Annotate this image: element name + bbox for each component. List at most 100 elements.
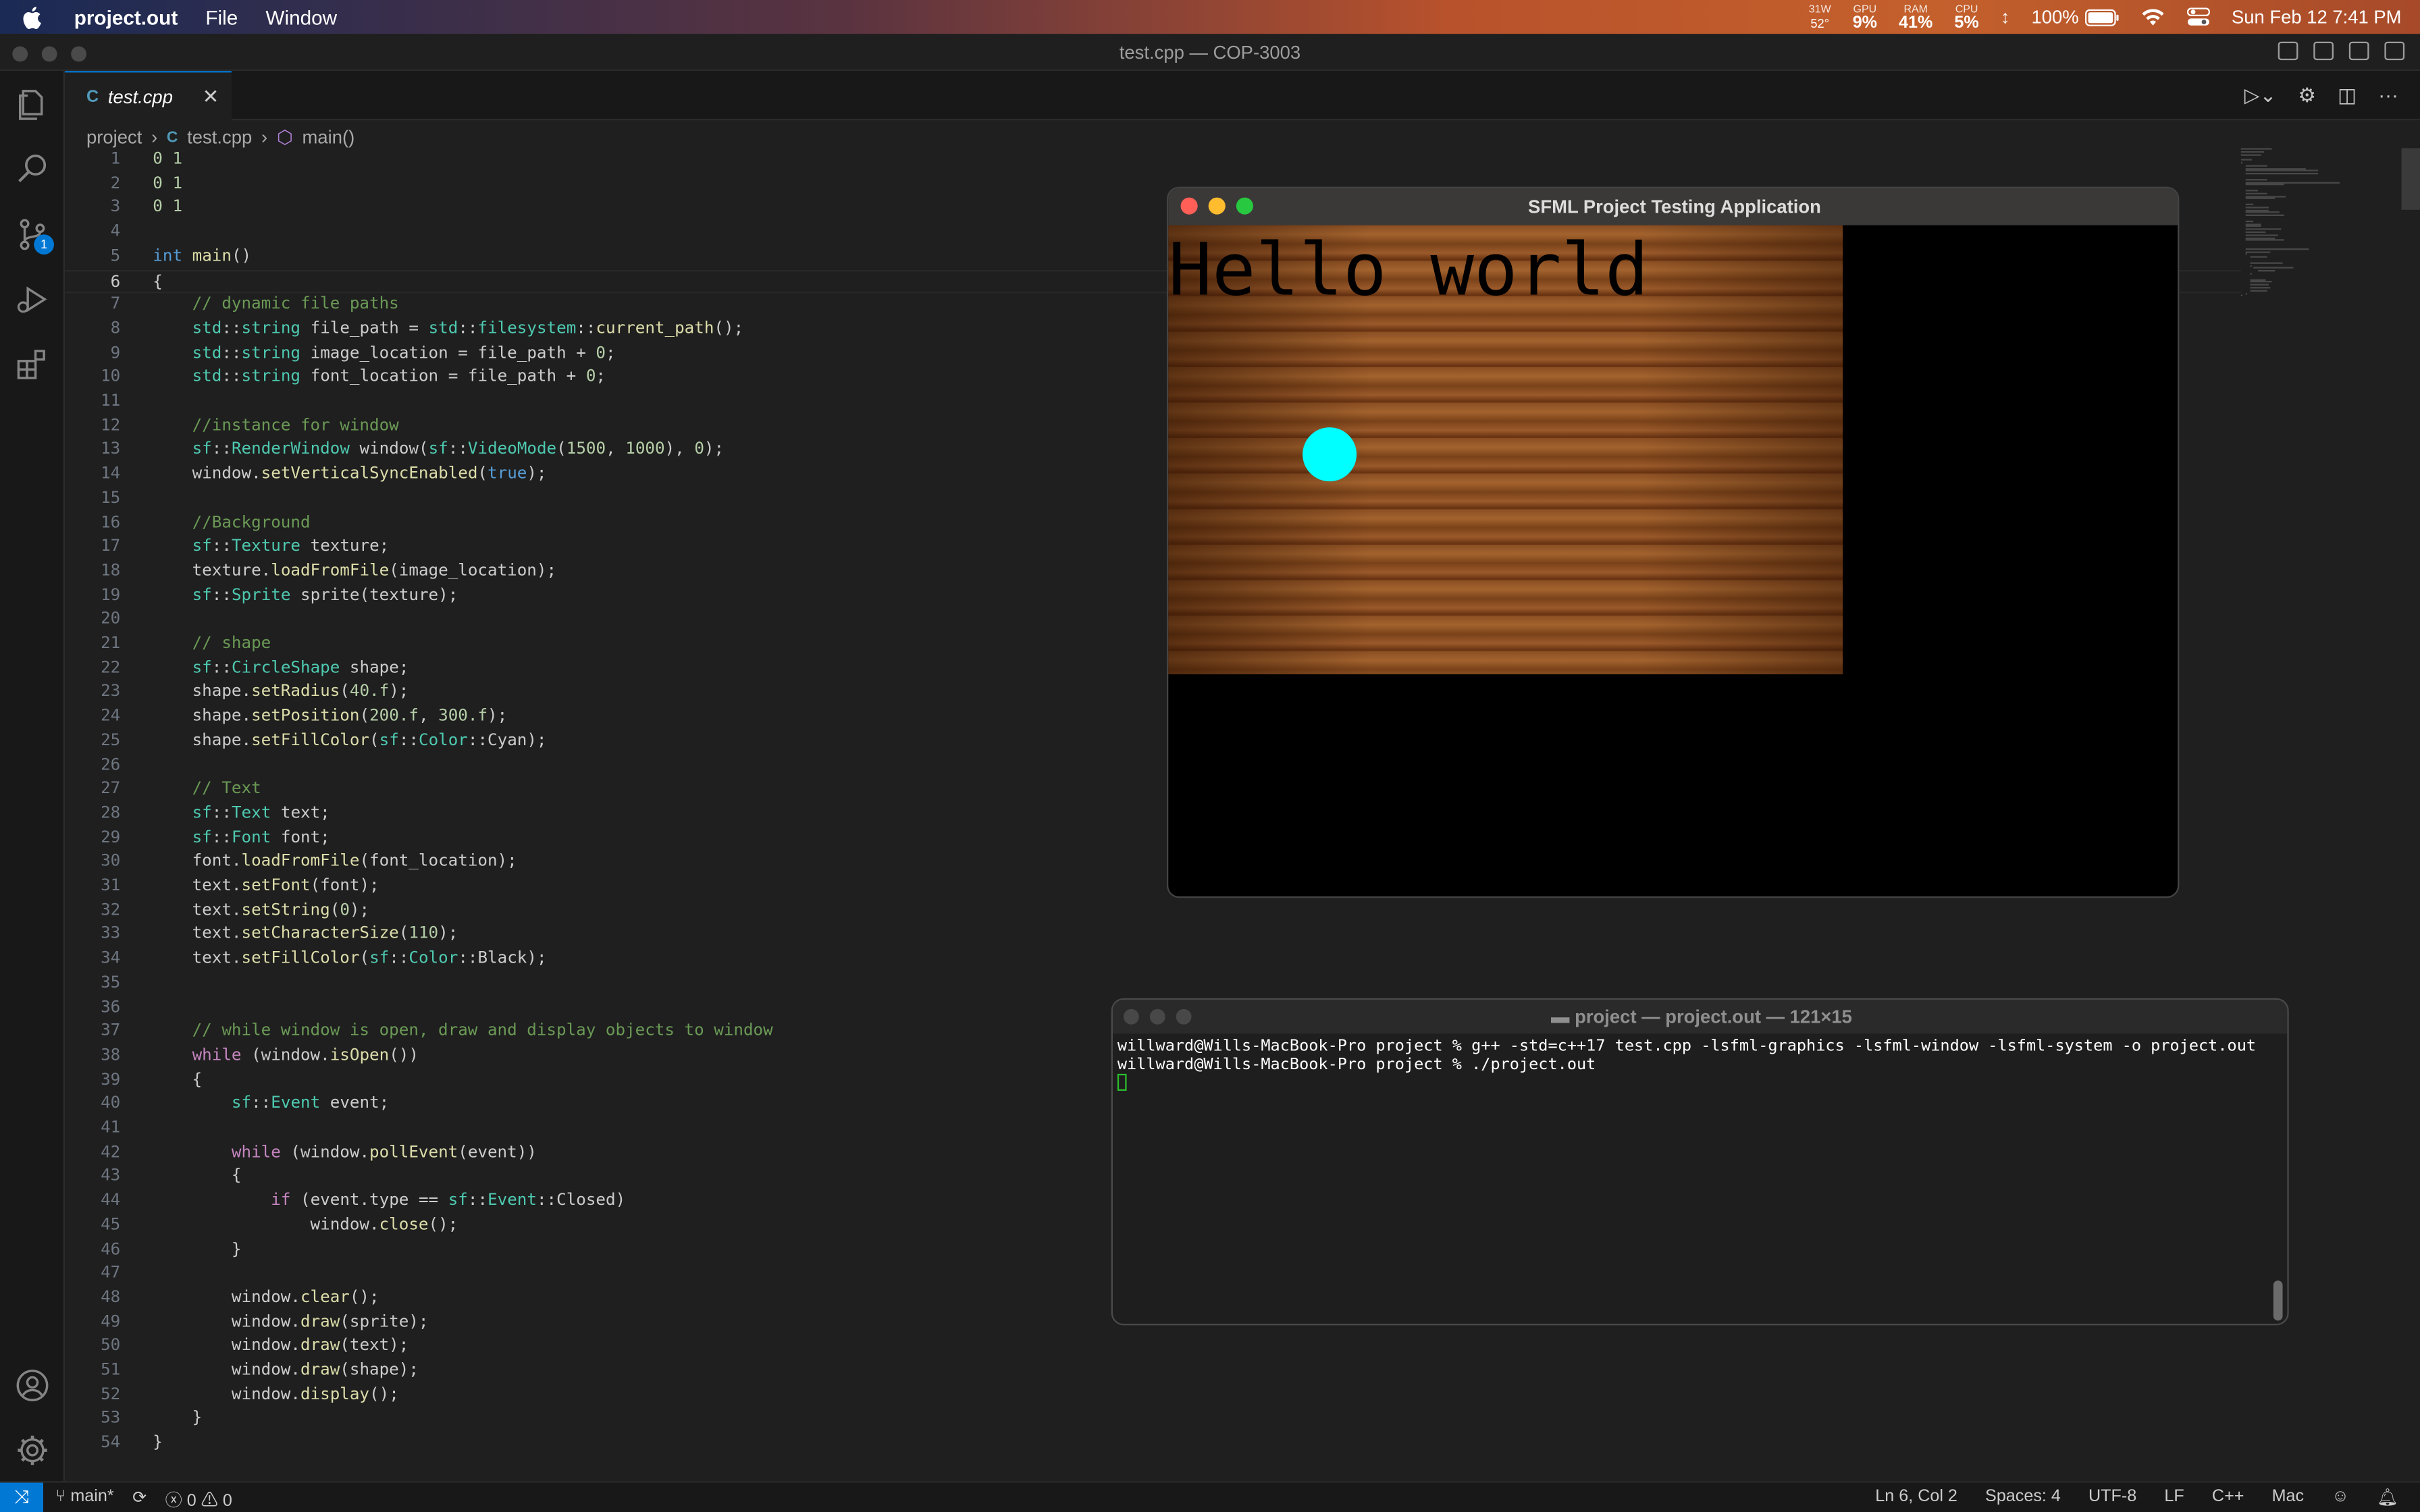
code-text[interactable]: text.setString(0);	[153, 899, 370, 923]
branch-status[interactable]: ⑂ main*	[55, 1487, 113, 1512]
menu-window[interactable]: Window	[265, 5, 337, 28]
code-text[interactable]: }	[153, 1238, 242, 1262]
editor-scrollbar-thumb[interactable]	[2401, 148, 2420, 210]
split-editor-icon[interactable]: ◫	[2338, 83, 2357, 108]
network-arrows-icon[interactable]: ↕	[2001, 6, 2010, 28]
line-number[interactable]: 29	[65, 826, 120, 850]
line-number[interactable]: 41	[65, 1117, 120, 1141]
line-number[interactable]: 9	[65, 342, 121, 366]
line-number[interactable]: 3	[65, 196, 121, 221]
code-text[interactable]: sf::Texture texture;	[153, 536, 390, 560]
run-debug-icon[interactable]	[14, 281, 51, 318]
code-text[interactable]: texture.loadFromFile(image_location);	[153, 560, 556, 584]
code-text[interactable]: window.draw(shape);	[153, 1359, 419, 1384]
line-number[interactable]: 46	[65, 1238, 120, 1262]
extensions-icon[interactable]	[14, 346, 51, 383]
terminal-window[interactable]: ▬ project — project.out — 121×15 willwar…	[1111, 998, 2289, 1326]
code-text[interactable]: std::string font_location = file_path + …	[153, 366, 606, 390]
code-text[interactable]: window.draw(text);	[153, 1335, 409, 1359]
close-tab-icon[interactable]: ✕	[203, 84, 219, 109]
line-number[interactable]: 30	[65, 850, 120, 875]
code-text[interactable]: shape.setRadius(40.f);	[153, 681, 409, 705]
line-number[interactable]: 22	[65, 657, 120, 681]
accounts-icon[interactable]	[14, 1367, 51, 1404]
code-text[interactable]: sf::Font font;	[153, 826, 330, 850]
code-text[interactable]: while (window.isOpen())	[153, 1044, 419, 1069]
breadcrumb-symbol[interactable]: main()	[302, 126, 354, 148]
line-number[interactable]: 37	[65, 1020, 120, 1044]
terminal-close-button[interactable]	[1123, 1008, 1139, 1025]
code-text[interactable]: while (window.pollEvent(event))	[153, 1141, 537, 1166]
code-line[interactable]: 33 text.setCharacterSize(110);	[65, 923, 2241, 948]
editor-scrollbar[interactable]	[2401, 148, 2420, 1482]
line-number[interactable]: 43	[65, 1166, 120, 1190]
line-number[interactable]: 6	[65, 271, 121, 295]
search-icon[interactable]	[14, 150, 51, 187]
code-text[interactable]: text.setFont(font);	[153, 875, 379, 899]
code-text[interactable]: window.draw(sprite);	[153, 1311, 429, 1335]
line-number[interactable]: 18	[65, 560, 120, 584]
toggle-primary-sidebar-icon[interactable]	[2278, 41, 2298, 61]
line-number[interactable]: 51	[65, 1359, 120, 1384]
toggle-panel-icon[interactable]	[2313, 41, 2334, 61]
line-number[interactable]: 11	[65, 390, 120, 414]
code-text[interactable]: shape.setPosition(200.f, 300.f);	[153, 705, 508, 730]
code-text[interactable]: window.display();	[153, 1384, 399, 1408]
menu-file[interactable]: File	[205, 5, 238, 28]
minimap[interactable]	[2240, 148, 2380, 302]
terminal-scrollbar[interactable]	[2272, 1040, 2284, 1324]
code-text[interactable]: font.loadFromFile(font_location);	[153, 850, 517, 875]
code-line[interactable]: 34 text.setFillColor(sf::Color::Black);	[65, 948, 2241, 972]
menu-app-name[interactable]: project.out	[74, 5, 178, 28]
remote-indicator-icon[interactable]: ⤨	[0, 1482, 43, 1512]
sfml-zoom-button[interactable]	[1236, 197, 1253, 215]
code-text[interactable]: // Text	[153, 778, 261, 802]
settings-gear-icon[interactable]	[14, 1432, 51, 1469]
line-number[interactable]: 28	[65, 802, 120, 826]
code-text[interactable]: sf::Text text;	[153, 802, 330, 826]
line-number[interactable]: 1	[65, 148, 121, 172]
terminal-titlebar[interactable]: ▬ project — project.out — 121×15	[1112, 1000, 2288, 1034]
line-number[interactable]: 32	[65, 899, 120, 923]
code-line[interactable]: 32 text.setString(0);	[65, 899, 2241, 923]
code-text[interactable]: {	[153, 1166, 242, 1190]
more-actions-icon[interactable]: ···	[2378, 83, 2398, 108]
line-number[interactable]: 16	[65, 512, 120, 536]
code-text[interactable]: window.setVerticalSyncEnabled(true);	[153, 463, 547, 487]
code-line[interactable]: 51 window.draw(shape);	[65, 1359, 2241, 1384]
tab-test-cpp[interactable]: C test.cpp ✕	[64, 71, 232, 121]
sfml-window-titlebar[interactable]: SFML Project Testing Application	[1168, 188, 2178, 225]
line-number[interactable]: 14	[65, 463, 120, 487]
encoding[interactable]: UTF-8	[2088, 1487, 2136, 1507]
code-text[interactable]: int main()	[153, 245, 251, 269]
line-number[interactable]: 49	[65, 1311, 120, 1335]
terminal-output[interactable]: willward@Wills-MacBook-Pro project % g++…	[1117, 1037, 2256, 1092]
sfml-minimize-button[interactable]	[1208, 197, 1226, 215]
code-text[interactable]: //instance for window	[153, 414, 399, 439]
code-text[interactable]: text.setCharacterSize(110);	[153, 923, 458, 948]
stat-gpu[interactable]: GPU 9%	[1853, 3, 1877, 32]
line-number[interactable]: 39	[65, 1069, 120, 1093]
line-number[interactable]: 27	[65, 778, 120, 802]
line-number[interactable]: 50	[65, 1335, 120, 1359]
code-text[interactable]: // shape	[153, 632, 271, 657]
code-line[interactable]: 35	[65, 972, 2241, 996]
platform[interactable]: Mac	[2272, 1487, 2304, 1507]
line-number[interactable]: 10	[65, 366, 120, 390]
battery-status[interactable]: 100%	[2031, 6, 2119, 28]
line-number[interactable]: 17	[65, 536, 120, 560]
cursor-position[interactable]: Ln 6, Col 2	[1875, 1487, 1957, 1507]
code-text[interactable]: }	[153, 1432, 163, 1456]
code-line[interactable]: 52 window.display();	[65, 1384, 2241, 1408]
code-text[interactable]: // while window is open, draw and displa…	[153, 1020, 773, 1044]
line-number[interactable]: 40	[65, 1093, 120, 1117]
line-number[interactable]: 15	[65, 487, 120, 512]
stat-ram[interactable]: RAM 41%	[1899, 3, 1932, 32]
sfml-close-button[interactable]	[1180, 197, 1198, 215]
line-number[interactable]: 52	[65, 1384, 120, 1408]
code-text[interactable]: window.clear();	[153, 1287, 379, 1311]
code-text[interactable]: 0 1	[153, 148, 182, 172]
line-number[interactable]: 42	[65, 1141, 120, 1166]
line-number[interactable]: 44	[65, 1189, 120, 1214]
customize-layout-icon[interactable]	[2384, 41, 2405, 61]
